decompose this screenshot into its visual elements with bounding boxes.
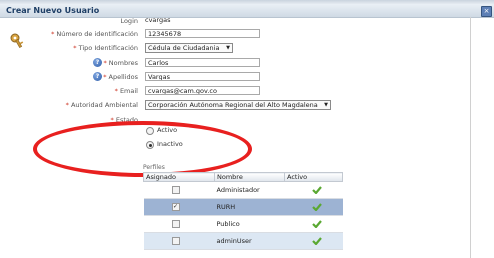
perfiles-label: Perfiles — [143, 164, 165, 171]
perfil-nombre: Publico — [214, 215, 285, 233]
numero-identificacion-input[interactable]: 12345678 — [145, 29, 260, 38]
table-row[interactable]: Administador — [143, 181, 343, 199]
autoridad-ambiental-value: Corporación Autónoma Regional del Alto M… — [148, 101, 318, 109]
nombres-label: * Nombres — [103, 59, 138, 67]
tipo-identificacion-select[interactable]: Cédula de Ciudadania ▼ — [145, 43, 233, 53]
column-header-nombre[interactable]: Nombre — [214, 172, 285, 182]
login-label: Login — [120, 17, 138, 25]
table-row[interactable]: adminUser — [143, 232, 343, 250]
perfil-nombre: adminUser — [214, 232, 285, 250]
checkmark-icon — [311, 203, 322, 212]
checkmark-icon — [311, 220, 322, 229]
perfil-nombre: RURH — [214, 198, 285, 216]
checkmark-icon — [311, 237, 322, 246]
tipo-identificacion-value: Cédula de Ciudadania — [148, 44, 220, 52]
email-input[interactable]: cvargas@cam.gov.co — [145, 86, 260, 95]
table-row[interactable]: ✓ RURH — [143, 198, 343, 216]
nombres-input[interactable]: Carlos — [145, 58, 260, 67]
dialog-titlebar[interactable]: Crear Nuevo Usuario × — [0, 4, 494, 18]
asignado-checkbox[interactable] — [171, 220, 180, 228]
apellidos-input[interactable]: Vargas — [145, 72, 260, 81]
dialog-right-edge — [470, 17, 471, 258]
dropdown-caret-icon: ▼ — [226, 45, 230, 51]
perfiles-header-row: Asignado Nombre Activo — [143, 172, 343, 182]
login-value: cvargas — [145, 16, 171, 24]
column-header-activo[interactable]: Activo — [284, 172, 343, 182]
perfiles-table: Asignado Nombre Activo Administador ✓ RU… — [143, 172, 343, 250]
apellidos-label: * Apellidos — [103, 73, 138, 81]
numero-identificacion-label: * Número de identificación — [51, 30, 138, 38]
dialog-title: Crear Nuevo Usuario — [6, 6, 100, 15]
dropdown-caret-icon: ▼ — [324, 102, 328, 108]
tipo-identificacion-label: * Tipo Identificación — [73, 44, 138, 52]
asignado-checkbox[interactable] — [171, 237, 180, 245]
asignado-checkbox[interactable]: ✓ — [171, 203, 180, 211]
autoridad-ambiental-label: * Autoridad Ambiental — [65, 101, 138, 109]
checkmark-icon — [311, 186, 322, 195]
autoridad-ambiental-select[interactable]: Corporación Autónoma Regional del Alto M… — [145, 100, 331, 110]
asignado-checkbox[interactable] — [171, 186, 180, 194]
perfil-nombre: Administador — [214, 181, 285, 199]
column-header-asignado[interactable]: Asignado — [143, 172, 215, 182]
close-icon[interactable]: × — [481, 6, 492, 17]
table-row[interactable]: Publico — [143, 215, 343, 233]
key-icon — [10, 33, 24, 48]
email-label: * Email — [114, 87, 138, 95]
